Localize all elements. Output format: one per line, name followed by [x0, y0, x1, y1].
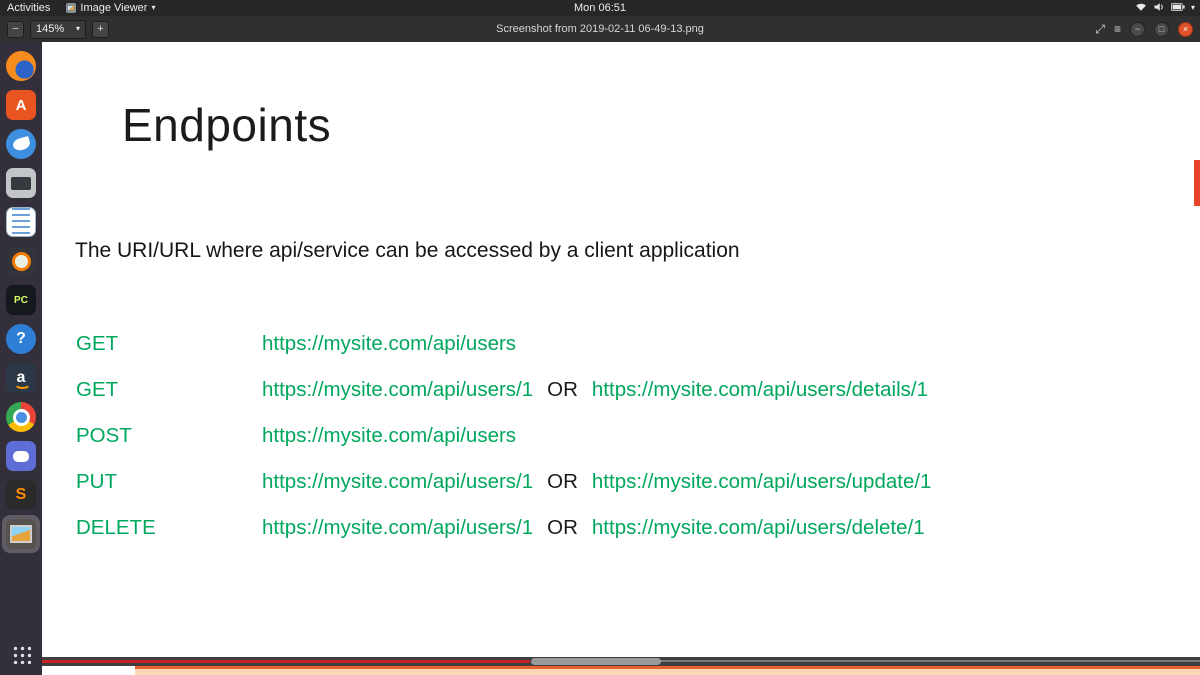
close-button[interactable]: × — [1178, 22, 1193, 37]
chrome-icon — [6, 402, 36, 432]
help-icon: ? — [6, 324, 36, 354]
sublime-text-icon: S — [6, 480, 36, 510]
battery-icon — [1171, 2, 1185, 15]
http-method: POST — [76, 424, 262, 447]
or-label: OR — [547, 470, 578, 493]
wifi-icon — [1135, 1, 1147, 16]
activities-button[interactable]: Activities — [7, 2, 50, 14]
volume-icon — [1153, 1, 1165, 16]
zoom-out-button[interactable]: − — [7, 21, 24, 38]
scroll-position-marker — [1194, 160, 1200, 206]
media-app-icon — [6, 246, 36, 276]
slide-title: Endpoints — [122, 98, 331, 152]
dock-item-media[interactable] — [2, 242, 40, 280]
image-viewer-toolbar: − 145% ▾ + Screenshot from 2019-02-11 06… — [0, 16, 1200, 42]
http-method: GET — [76, 378, 262, 401]
dock-item-image-viewer[interactable] — [2, 515, 40, 553]
endpoint-row: GET https://mysite.com/api/users/1 OR ht… — [76, 378, 931, 401]
http-method: DELETE — [76, 516, 262, 539]
dock-item-messenger[interactable] — [2, 437, 40, 475]
dock-item-sublime[interactable]: S — [2, 476, 40, 514]
horizontal-scrollbar[interactable] — [42, 657, 1200, 666]
zoom-value: 145% — [36, 23, 64, 35]
pycharm-icon: PC — [6, 285, 36, 315]
image-viewer-canvas: Endpoints The URI/URL where api/service … — [42, 42, 1200, 675]
chevron-down-icon: ▾ — [1191, 4, 1195, 12]
scrollbar-red-segment — [42, 660, 530, 663]
dock-item-software[interactable]: A — [2, 86, 40, 124]
dock-item-firefox[interactable] — [2, 47, 40, 85]
endpoint-url-alt: https://mysite.com/api/users/delete/1 — [592, 516, 925, 539]
bottom-strip — [42, 666, 1200, 675]
endpoints-table: GET https://mysite.com/api/users GET htt… — [76, 332, 931, 539]
dock-item-terminal[interactable] — [2, 164, 40, 202]
endpoint-row: PUT https://mysite.com/api/users/1 OR ht… — [76, 470, 931, 493]
endpoint-url: https://mysite.com/api/users — [262, 332, 516, 355]
or-label: OR — [547, 516, 578, 539]
amazon-icon: a — [6, 363, 36, 393]
http-method: GET — [76, 332, 262, 355]
system-top-bar: Activities Image Viewer ▾ Mon 06:51 ▾ — [0, 0, 1200, 16]
endpoint-url: https://mysite.com/api/users — [262, 424, 516, 447]
chevron-down-icon: ▾ — [151, 4, 155, 12]
fullscreen-button[interactable]: ⤢ — [1095, 21, 1105, 38]
window-title: Screenshot from 2019-02-11 06-49-13.png — [0, 23, 1200, 35]
clock[interactable]: Mon 06:51 — [574, 0, 626, 16]
grid-icon — [11, 644, 31, 664]
endpoint-row: DELETE https://mysite.com/api/users/1 OR… — [76, 516, 931, 539]
image-viewer-icon — [6, 519, 36, 549]
app-menu-label: Image Viewer — [80, 2, 147, 14]
scrollbar-track-line — [660, 660, 1200, 662]
software-center-icon: A — [6, 90, 36, 120]
zoom-in-button[interactable]: + — [92, 21, 109, 38]
endpoint-row: GET https://mysite.com/api/users — [76, 332, 931, 355]
bottom-orange-bar — [135, 666, 1200, 675]
maximize-button[interactable]: □ — [1154, 22, 1169, 37]
app-menu[interactable]: Image Viewer ▾ — [66, 2, 155, 14]
chat-app-icon — [6, 441, 36, 471]
dock-item-writer[interactable] — [2, 203, 40, 241]
terminal-icon — [6, 168, 36, 198]
dock-item-chrome[interactable] — [2, 398, 40, 436]
or-label: OR — [547, 378, 578, 401]
minimize-button[interactable]: − — [1130, 22, 1145, 37]
show-applications-button[interactable] — [2, 639, 40, 669]
endpoint-url: https://mysite.com/api/users/1 — [262, 470, 533, 493]
system-tray[interactable]: ▾ — [1135, 0, 1195, 16]
endpoint-row: POST https://mysite.com/api/users — [76, 424, 931, 447]
chevron-down-icon: ▾ — [76, 25, 80, 33]
zoom-level-select[interactable]: 145% ▾ — [30, 20, 86, 39]
dock-item-pycharm[interactable]: PC — [2, 281, 40, 319]
endpoint-url-alt: https://mysite.com/api/users/update/1 — [592, 470, 932, 493]
dock-item-amazon[interactable]: a — [2, 359, 40, 397]
dock-item-help[interactable]: ? — [2, 320, 40, 358]
slide-subtitle: The URI/URL where api/service can be acc… — [75, 239, 740, 263]
document-icon — [6, 207, 36, 237]
scrollbar-handle[interactable] — [531, 658, 661, 665]
firefox-icon — [6, 51, 36, 81]
endpoint-url: https://mysite.com/api/users/1 — [262, 378, 533, 401]
http-method: PUT — [76, 470, 262, 493]
endpoint-url-alt: https://mysite.com/api/users/details/1 — [592, 378, 928, 401]
image-viewer-icon — [66, 3, 76, 13]
endpoint-url: https://mysite.com/api/users/1 — [262, 516, 533, 539]
ubuntu-dock: A PC ? a S — [0, 42, 42, 675]
dock-item-thunderbird[interactable] — [2, 125, 40, 163]
menu-button[interactable]: ≡ — [1114, 21, 1121, 38]
thunderbird-icon — [6, 129, 36, 159]
